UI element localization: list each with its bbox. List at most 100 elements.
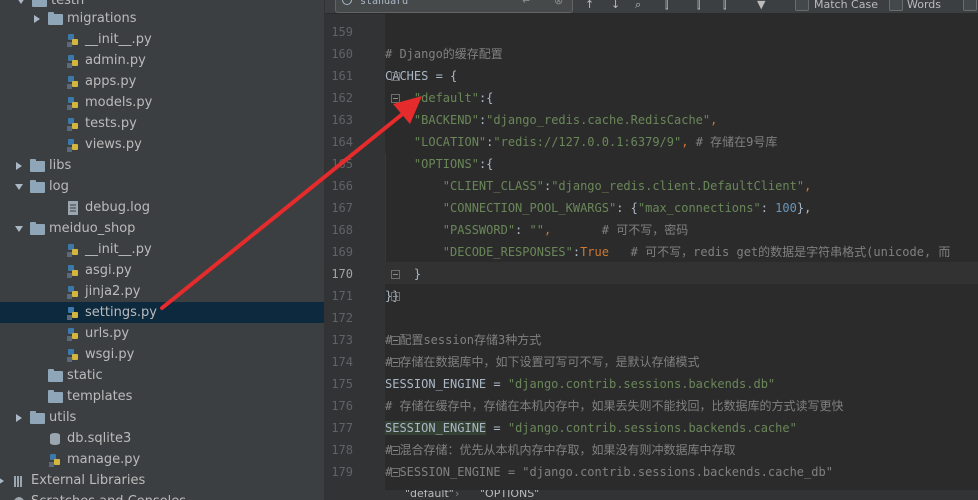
- tree-item-apps-py[interactable]: apps.py: [0, 71, 324, 92]
- tree-item-asgi-py[interactable]: asgi.py: [0, 260, 324, 281]
- search-query: standard: [360, 0, 409, 7]
- filter-icon[interactable]: ▼: [757, 0, 765, 11]
- match-case-checkbox[interactable]: [795, 0, 809, 11]
- tree-item-init-py[interactable]: __init__.py: [0, 29, 324, 50]
- code-line[interactable]: "default":{: [385, 87, 978, 109]
- code-line[interactable]: CACHES = {: [385, 65, 978, 87]
- code-line[interactable]: # 混合存储：优先从本机内存中存取，如果没有则冲数据库中存取: [385, 439, 978, 461]
- fold-marker-icon[interactable]: [391, 94, 400, 103]
- chevron-down-icon[interactable]: [14, 182, 24, 192]
- line-number: 165: [331, 157, 353, 171]
- code-token: },: [796, 201, 812, 215]
- code-line[interactable]: # 配置session存储3种方式: [385, 329, 978, 351]
- chevron-right-icon[interactable]: [14, 413, 24, 423]
- tree-item-manage-py[interactable]: manage.py: [0, 449, 324, 470]
- tree-item-settings-py[interactable]: settings.py: [0, 302, 324, 323]
- newline-icon[interactable]: ↵: [522, 0, 531, 7]
- words-checkbox[interactable]: [889, 0, 903, 11]
- breadcrumb-item-default[interactable]: "default": [405, 490, 454, 500]
- tree-item-wsgi-py[interactable]: wsgi.py: [0, 344, 324, 365]
- select-occurrence-icon[interactable]: ⫿: [665, 0, 669, 12]
- code-line[interactable]: }}: [385, 285, 978, 307]
- code-token: "CLIENT_CLASS": [442, 179, 544, 193]
- code-line[interactable]: "BACKEND":"django_redis.cache.RedisCache…: [385, 109, 978, 131]
- python-file-icon: [66, 327, 81, 341]
- fold-marker-icon[interactable]: [391, 292, 400, 301]
- unselect-occurrence-icon[interactable]: ⫿: [697, 0, 701, 12]
- code-line[interactable]: SESSION_ENGINE = "django.contrib.session…: [385, 373, 978, 395]
- code-token: # 配置session存储3种方式: [385, 333, 542, 347]
- code-token: :: [515, 223, 530, 237]
- code-line[interactable]: # 存储在缓存中，存储在本机内存中，如果丢失则不能找回，比数据库的方式读写更快: [385, 395, 978, 417]
- line-number: 167: [331, 201, 353, 215]
- chevron-down-icon[interactable]: [14, 224, 24, 234]
- find-all-icon[interactable]: ⌕: [635, 0, 641, 12]
- next-occurrence-icon[interactable]: ↓: [611, 0, 620, 11]
- tree-item-libs[interactable]: libs: [0, 155, 324, 176]
- select-all-icon[interactable]: ⫿: [723, 0, 727, 12]
- chevron-down-icon[interactable]: [16, 0, 26, 6]
- tree-item-views-py[interactable]: views.py: [0, 134, 324, 155]
- python-file-icon: [48, 453, 63, 467]
- tree-item-templates[interactable]: templates: [0, 386, 324, 407]
- code-line[interactable]: # SESSION_ENGINE = "django.contrib.sessi…: [385, 461, 978, 483]
- python-file-icon: [66, 243, 81, 257]
- fold-marker-icon[interactable]: [391, 358, 400, 367]
- tree-item-external-libraries[interactable]: External Libraries: [0, 470, 324, 491]
- code-line[interactable]: # 存储在数据库中，如下设置可写可不写，是默认存储模式: [385, 351, 978, 373]
- code-line[interactable]: }: [385, 263, 978, 285]
- fold-marker-icon[interactable]: [391, 72, 400, 81]
- fold-marker-icon[interactable]: [391, 336, 400, 345]
- code-line[interactable]: [385, 21, 978, 43]
- line-number: 171: [331, 289, 353, 303]
- folder-icon: [32, 0, 47, 8]
- tree-item-tests-py[interactable]: tests.py: [0, 113, 324, 134]
- tree-item-label: db.sqlite3: [67, 431, 132, 446]
- fold-marker-icon[interactable]: [391, 468, 400, 477]
- code-token: "DECODE_RESPONSES": [442, 245, 573, 259]
- breadcrumb-item-options[interactable]: "OPTIONS": [480, 490, 539, 500]
- tree-item-models-py[interactable]: models.py: [0, 92, 324, 113]
- tree-item-init-py[interactable]: __init__.py: [0, 239, 324, 260]
- tree-item-label: static: [67, 368, 103, 383]
- code-line[interactable]: # Django的缓存配置: [385, 43, 978, 65]
- code-line[interactable]: "CONNECTION_POOL_KWARGS": {"max_connecti…: [385, 197, 978, 219]
- code-line[interactable]: [385, 307, 978, 329]
- tree-item-db-sqlite3[interactable]: db.sqlite3: [0, 428, 324, 449]
- code-token: "max_connections": [637, 201, 761, 215]
- tree-item-debug-log[interactable]: debug.log: [0, 197, 324, 218]
- tree-item-jinja2-py[interactable]: jinja2.py: [0, 281, 324, 302]
- fold-marker-icon[interactable]: [391, 446, 400, 455]
- code-line[interactable]: "CLIENT_CLASS":"django_redis.client.Defa…: [385, 175, 978, 197]
- tree-item-utils[interactable]: utils: [0, 407, 324, 428]
- code-line[interactable]: "OPTIONS":{: [385, 153, 978, 175]
- tree-item-label: admin.py: [85, 53, 146, 68]
- tree-item-urls-py[interactable]: urls.py: [0, 323, 324, 344]
- tree-item-label: __init__.py: [85, 32, 152, 47]
- regex-checkbox[interactable]: [963, 0, 977, 11]
- chevron-right-icon[interactable]: [0, 476, 6, 486]
- tree-item-log[interactable]: log: [0, 176, 324, 197]
- code-line[interactable]: "DECODE_RESPONSES":True # 可不写，redis get的…: [385, 241, 978, 263]
- tree-item-meiduo-shop[interactable]: meiduo_shop: [0, 218, 324, 239]
- code-line[interactable]: "PASSWORD": "", # 可不写，密码: [385, 219, 978, 241]
- tree-item-scratches-and-consoles[interactable]: Scratches and Consoles: [0, 491, 324, 500]
- chevron-right-icon[interactable]: [32, 14, 42, 24]
- tree-item-admin-py[interactable]: admin.py: [0, 50, 324, 71]
- prev-occurrence-icon[interactable]: ↑: [585, 0, 594, 11]
- tree-item-static[interactable]: static: [0, 365, 324, 386]
- code-line[interactable]: "LOCATION":"redis://127.0.0.1:6379/9", #…: [385, 131, 978, 153]
- line-number: 170: [331, 267, 353, 281]
- chevron-right-icon[interactable]: [14, 161, 24, 171]
- code-line[interactable]: SESSION_ENGINE = "django.contrib.session…: [385, 417, 978, 439]
- code-token: "OPTIONS": [413, 157, 479, 171]
- tree-item-migrations[interactable]: migrations: [0, 8, 324, 29]
- code-token: # 存储在缓存中，存储在本机内存中，如果丢失则不能找回，比数据库的方式读写更快: [385, 399, 844, 413]
- python-file-icon: [66, 96, 81, 110]
- clear-icon[interactable]: ⊗: [554, 0, 563, 7]
- search-input[interactable]: standard ↵ ⊗: [335, 0, 573, 13]
- fold-marker-icon[interactable]: [391, 270, 400, 279]
- python-file-icon: [66, 54, 81, 68]
